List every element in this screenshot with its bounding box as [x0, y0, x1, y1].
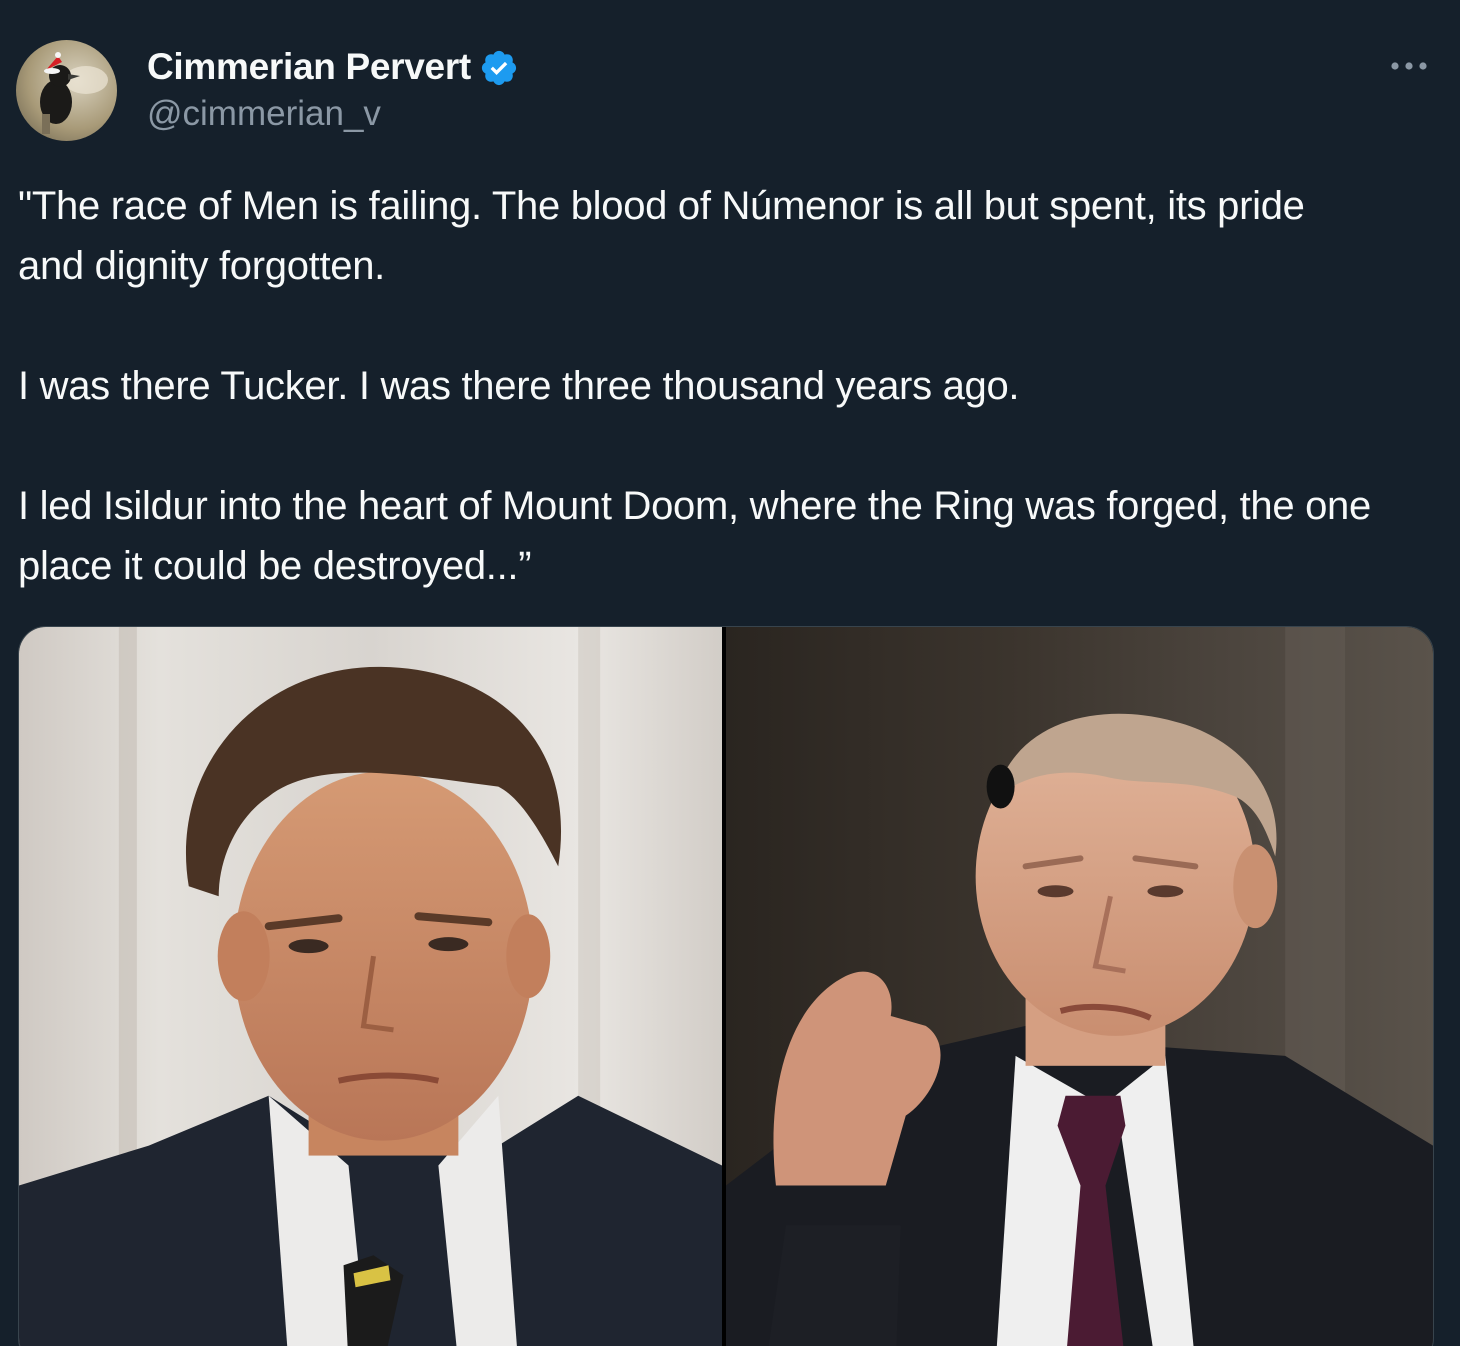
photo-right[interactable]	[726, 627, 1433, 1346]
more-horizontal-icon	[1391, 62, 1427, 70]
tweet-header: Cimmerian Pervert @cimmerian_v	[16, 40, 1444, 144]
tweet: Cimmerian Pervert @cimmerian_v "The race…	[0, 0, 1460, 1346]
tweet-text-line: "The race of Men is failing. The blood o…	[18, 184, 1305, 288]
handle[interactable]: @cimmerian_v	[147, 94, 519, 134]
more-options-button[interactable]	[1384, 48, 1434, 84]
name-row: Cimmerian Pervert	[147, 42, 519, 92]
photo-right-man-gesturing	[726, 627, 1433, 1346]
display-name[interactable]: Cimmerian Pervert	[147, 46, 471, 88]
photo-left[interactable]	[19, 627, 722, 1346]
tweet-text-line: I was there Tucker. I was there three th…	[18, 364, 1020, 408]
verified-badge-icon[interactable]	[479, 48, 519, 88]
photo-left-man-in-suit	[19, 627, 722, 1346]
tweet-media	[18, 626, 1434, 1346]
tweet-text-line: I led Isildur into the heart of Mount Do…	[18, 484, 1371, 588]
author-names: Cimmerian Pervert @cimmerian_v	[147, 42, 519, 134]
tweet-text: "The race of Men is failing. The blood o…	[18, 176, 1438, 596]
avatar[interactable]	[16, 40, 117, 141]
avatar-image	[16, 40, 117, 141]
